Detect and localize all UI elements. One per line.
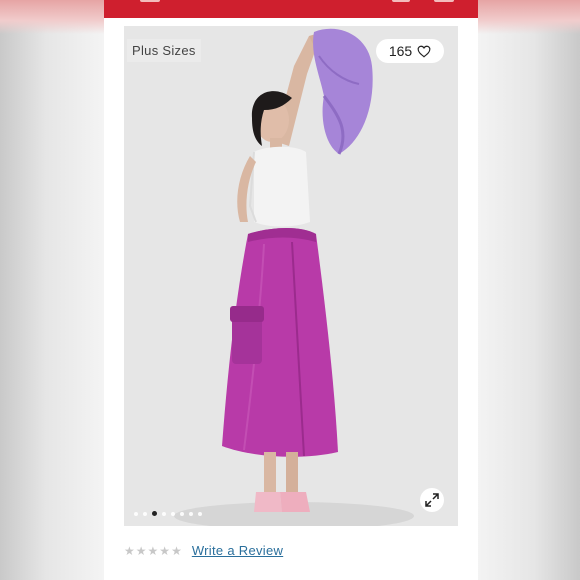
- favorite-button[interactable]: 165: [376, 39, 444, 63]
- star-icon: ★: [135, 543, 147, 558]
- product-image[interactable]: Plus Sizes 165: [124, 26, 458, 526]
- carousel-dot[interactable]: [180, 511, 184, 516]
- product-page: Plus Sizes 165 ★ ★ ★ ★ ★ Write a Review: [104, 0, 478, 580]
- carousel-dot[interactable]: [171, 511, 175, 516]
- star-icon: ★: [147, 543, 159, 558]
- star-icon: ★: [124, 543, 135, 558]
- carousel-dot[interactable]: [152, 511, 157, 516]
- carousel-dot[interactable]: [134, 511, 138, 516]
- carousel-dot[interactable]: [198, 511, 202, 516]
- site-header-bar: [104, 0, 478, 18]
- star-icon: ★: [171, 543, 182, 558]
- expand-image-button[interactable]: [420, 488, 444, 512]
- model-photo: [124, 26, 458, 526]
- carousel-dots[interactable]: [134, 511, 202, 516]
- expand-icon: [425, 493, 439, 507]
- plus-sizes-badge: Plus Sizes: [127, 39, 201, 62]
- carousel-dot[interactable]: [143, 511, 147, 516]
- carousel-dot[interactable]: [162, 511, 166, 516]
- review-row: ★ ★ ★ ★ ★ Write a Review: [124, 543, 283, 558]
- heart-icon: [417, 45, 431, 58]
- favorites-count: 165: [388, 43, 413, 59]
- carousel-dot[interactable]: [189, 511, 193, 516]
- star-icon: ★: [159, 543, 171, 558]
- write-review-link[interactable]: Write a Review: [192, 543, 283, 558]
- rating-stars: ★ ★ ★ ★ ★: [124, 545, 182, 557]
